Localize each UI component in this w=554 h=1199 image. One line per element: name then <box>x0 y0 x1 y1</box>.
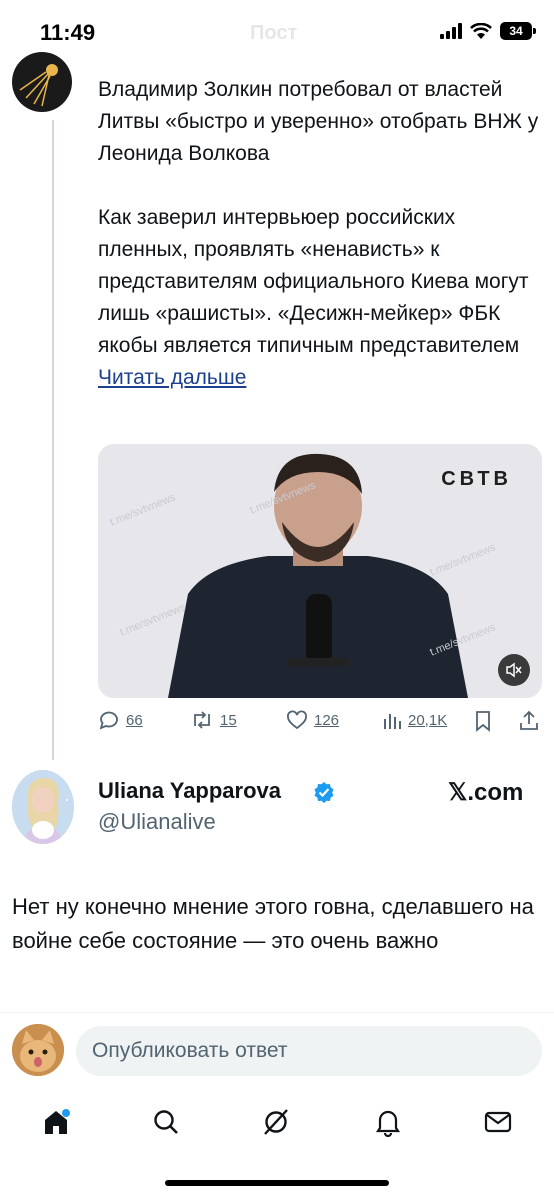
messages-icon <box>484 1111 512 1133</box>
avatar-photo <box>12 770 74 844</box>
channel-logo: СВТВ <box>441 468 512 490</box>
notifications-icon <box>375 1110 401 1137</box>
mute-button[interactable] <box>498 654 530 686</box>
grok-icon <box>264 1109 288 1135</box>
reply-author-avatar[interactable] <box>12 770 74 844</box>
search-icon <box>154 1110 178 1134</box>
video-media[interactable]: t.me/svtvnews t.me/svtvnews t.me/svtvnew… <box>98 444 542 698</box>
tweet-paragraph-1: Владимир Золкин потребовал от властей Ли… <box>98 78 539 165</box>
like-count: 126 <box>314 711 340 729</box>
tab-search[interactable] <box>148 1104 184 1140</box>
reply-input[interactable]: Опубликовать ответ <box>76 1026 542 1076</box>
source-label: 𝕏.com <box>448 779 524 806</box>
reply-icon <box>99 711 118 730</box>
reply-author-name[interactable]: Uliana Yapparova <box>98 778 281 804</box>
reply-count: 66 <box>126 711 143 729</box>
bookmark-action[interactable] <box>474 710 492 732</box>
status-icons: 34 <box>440 22 536 40</box>
repost-icon <box>194 711 210 729</box>
views-count: 20,1K <box>408 711 448 729</box>
quoted-tweet-text: Владимир Золкин потребовал от властей Ли… <box>98 74 543 394</box>
like-action[interactable]: 126 <box>286 710 339 730</box>
home-indicator[interactable] <box>165 1180 389 1186</box>
composer-divider <box>0 1012 554 1013</box>
tweet-actions: 66 15 126 20,1K <box>98 710 542 740</box>
views-icon <box>384 714 401 729</box>
verified-badge-icon <box>314 782 334 803</box>
tab-grok[interactable] <box>258 1104 294 1140</box>
status-bar: 11:49 Пост 34 <box>0 0 554 64</box>
heart-icon <box>287 710 307 730</box>
share-action[interactable] <box>518 710 540 732</box>
speaker-muted-icon <box>506 662 522 678</box>
bottom-tab-bar <box>0 1090 554 1160</box>
reply-tweet-text: Нет ну конечно мнение этого говна, сдела… <box>12 894 534 953</box>
status-time: 11:49 <box>40 20 96 45</box>
repost-count: 15 <box>220 711 237 729</box>
tweet-paragraph-2: Как заверил интервьюер российских пленны… <box>98 206 529 357</box>
repost-action[interactable]: 15 <box>190 710 237 730</box>
share-icon <box>520 710 538 730</box>
reply-author-handle[interactable]: @Ulianalive <box>98 809 216 835</box>
satellite-icon <box>19 64 58 107</box>
views-action[interactable]: 20,1K <box>382 710 447 730</box>
battery-icon: 34 <box>500 22 536 40</box>
tab-home[interactable] <box>38 1104 74 1140</box>
bookmark-icon <box>476 711 490 732</box>
thread-connector-line <box>52 120 54 760</box>
cat-avatar-photo <box>12 1024 64 1076</box>
current-user-avatar[interactable] <box>12 1024 64 1076</box>
author-avatar[interactable] <box>12 52 72 112</box>
faded-header-title: Пост <box>250 22 298 44</box>
tab-notifications[interactable] <box>370 1104 406 1140</box>
battery-level: 34 <box>509 24 523 38</box>
home-icon <box>45 1109 70 1134</box>
read-more-link[interactable]: Читать дальше <box>98 366 246 389</box>
reply-action[interactable]: 66 <box>98 710 143 730</box>
wifi-icon <box>470 23 492 39</box>
signal-icon <box>440 23 462 39</box>
tab-messages[interactable] <box>480 1104 516 1140</box>
